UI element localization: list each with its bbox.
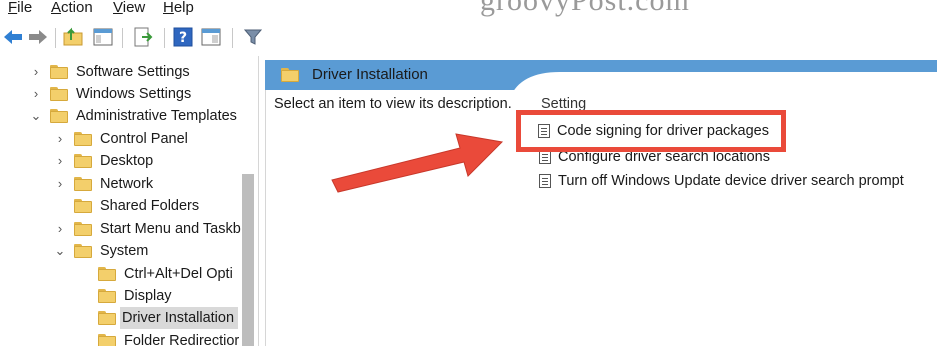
tree-item-start-menu-and-taskbar[interactable]: › Start Menu and Taskb [0, 218, 258, 240]
chevron-down-icon[interactable]: ⌄ [54, 240, 66, 262]
tree-item-windows-settings[interactable]: › Windows Settings [0, 83, 258, 105]
menu-file[interactable]: File [8, 0, 32, 16]
chevron-right-icon[interactable]: › [54, 150, 66, 172]
menu-bar: File Action View Help groovyPost.com [0, 0, 937, 20]
folder-icon [98, 311, 116, 325]
chevron-right-icon[interactable]: › [54, 218, 66, 240]
menu-action[interactable]: Action [51, 0, 93, 16]
tree-scrollbar[interactable] [242, 174, 254, 346]
watermark-text: groovyPost.com [480, 0, 690, 17]
tree-item-software-settings[interactable]: › Software Settings [0, 61, 258, 83]
toolbar-separator [164, 28, 165, 48]
policy-icon [538, 124, 550, 138]
folder-icon [50, 109, 68, 123]
chevron-right-icon[interactable]: › [30, 61, 42, 83]
menu-view[interactable]: View [113, 0, 145, 16]
show-hide-tree-icon[interactable] [92, 26, 114, 48]
folder-icon [98, 334, 116, 346]
tree-item-administrative-templates[interactable]: ⌄ Administrative Templates [0, 105, 258, 127]
tree-item-control-panel[interactable]: › Control Panel [0, 128, 258, 150]
tree-item-ctrl-alt-del-options[interactable]: Ctrl+Alt+Del Opti [0, 263, 258, 285]
details-header-title: Driver Installation [312, 66, 428, 83]
folder-icon [74, 132, 92, 146]
folder-icon [50, 87, 68, 101]
forward-arrow-icon[interactable] [27, 26, 49, 48]
toolbar-separator [55, 28, 56, 48]
chevron-right-icon[interactable]: › [54, 173, 66, 195]
policy-icon [539, 150, 551, 164]
chevron-right-icon[interactable]: › [30, 83, 42, 105]
chevron-right-icon[interactable]: › [54, 128, 66, 150]
up-folder-icon[interactable] [62, 26, 84, 48]
tree-item-driver-installation[interactable]: Driver Installation [0, 307, 258, 329]
folder-icon [281, 68, 299, 82]
toolbar-separator [122, 28, 123, 48]
folder-icon [74, 199, 92, 213]
folder-icon [98, 267, 116, 281]
folder-icon [74, 177, 92, 191]
help-icon[interactable]: ? [172, 26, 194, 48]
tree-item-shared-folders[interactable]: Shared Folders [0, 195, 258, 217]
filter-icon[interactable] [242, 26, 264, 48]
menu-help[interactable]: Help [163, 0, 194, 16]
svg-text:?: ? [179, 30, 187, 46]
annotation-arrow [331, 133, 504, 193]
navigation-tree: › Software Settings › Windows Settings ⌄… [0, 56, 259, 346]
chevron-down-icon[interactable]: ⌄ [30, 105, 42, 127]
policy-icon [539, 174, 551, 188]
folder-icon [74, 154, 92, 168]
export-list-icon[interactable] [132, 26, 154, 48]
description-text: Select an item to view its description. [274, 96, 512, 112]
folder-icon [74, 222, 92, 236]
toolbar-separator [232, 28, 233, 48]
tree-item-system[interactable]: ⌄ System [0, 240, 258, 262]
folder-icon [98, 289, 116, 303]
tree-item-network[interactable]: › Network [0, 173, 258, 195]
tree-item-folder-redirection[interactable]: Folder Redirectior [0, 330, 258, 346]
toolbar: ? [0, 22, 937, 52]
folder-icon [50, 65, 68, 79]
tree-item-display[interactable]: Display [0, 285, 258, 307]
folder-icon [74, 244, 92, 258]
tree-item-desktop[interactable]: › Desktop [0, 150, 258, 172]
back-arrow-icon[interactable] [2, 26, 24, 48]
properties-icon[interactable] [200, 26, 222, 48]
